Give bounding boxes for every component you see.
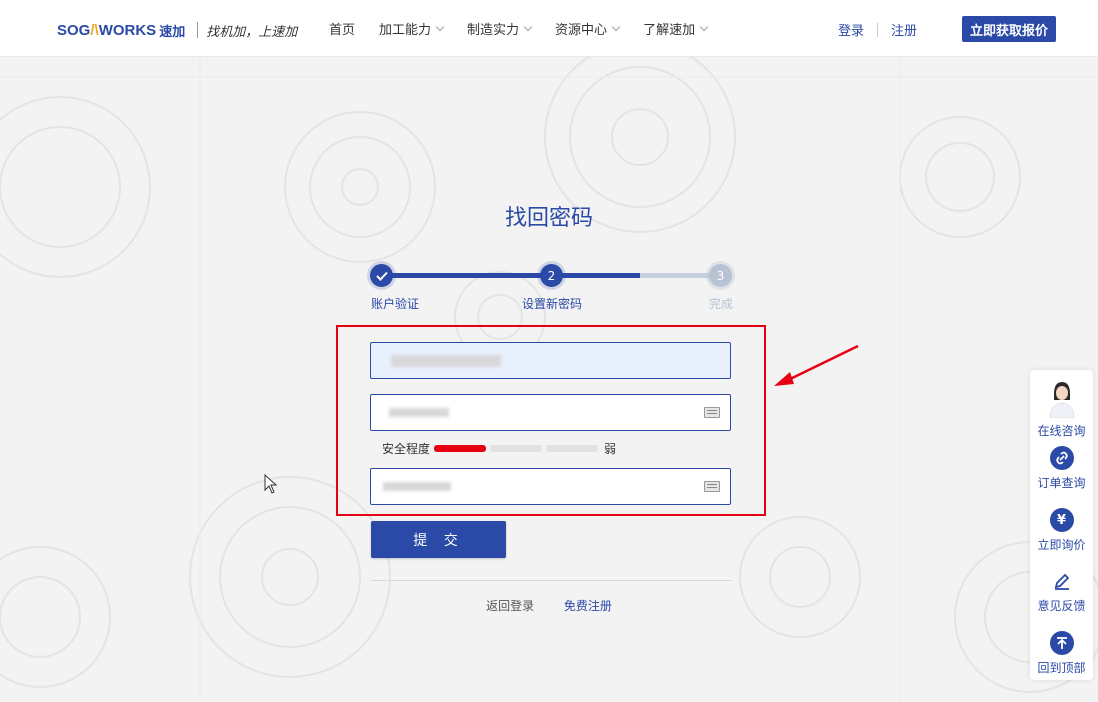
- agent-avatar-icon: [1044, 378, 1080, 419]
- register-link[interactable]: 注册: [891, 20, 917, 39]
- nav-manufacturing[interactable]: 制造实力: [467, 19, 533, 38]
- strength-bar-3: [546, 445, 599, 452]
- footer-links: 返回登录 免费注册: [0, 597, 1098, 614]
- strength-level: 弱: [604, 442, 617, 456]
- nav-label: 加工能力: [379, 23, 432, 38]
- step-2-marker: 2: [540, 264, 563, 287]
- logo-cn-name: 速加: [159, 24, 186, 40]
- nav-label: 首页: [329, 23, 356, 38]
- login-link[interactable]: 登录: [838, 20, 864, 39]
- feedback-button[interactable]: 意见反馈: [1030, 569, 1093, 614]
- logo-divider: [197, 22, 199, 38]
- chevron-down-icon: [523, 22, 533, 31]
- chevron-down-icon: [699, 22, 709, 31]
- submit-button[interactable]: 提 交: [371, 521, 506, 558]
- keyboard-icon[interactable]: [704, 481, 720, 492]
- step-3-marker: 3: [709, 264, 732, 287]
- back-to-top-icon: [1049, 631, 1074, 655]
- nav-label: 资源中心: [555, 23, 608, 38]
- step-1-label: 账户验证: [371, 297, 420, 311]
- nav-label: 了解速加: [643, 23, 696, 38]
- auth-links: 登录 注册: [838, 20, 917, 39]
- toolbar-label: 回到顶部: [1037, 661, 1086, 675]
- chevron-down-icon: [435, 22, 445, 31]
- logo-wordmark: SOG/\WORKS: [57, 21, 157, 39]
- strength-bar-2: [490, 445, 543, 452]
- online-consult-button[interactable]: 在线咨询: [1030, 378, 1093, 439]
- strength-bar-1: [434, 445, 487, 452]
- step-3-label: 完成: [709, 297, 734, 311]
- redacted-value: [391, 355, 501, 367]
- back-to-login-link[interactable]: 返回登录: [486, 599, 534, 613]
- nav-capabilities[interactable]: 加工能力: [379, 19, 445, 38]
- nav-about[interactable]: 了解速加: [643, 19, 709, 38]
- free-register-link[interactable]: 免费注册: [564, 599, 612, 613]
- site-logo[interactable]: SOG/\WORKS 速加 找机加，上速加: [57, 18, 297, 42]
- chevron-down-icon: [611, 22, 621, 31]
- masked-password: [389, 408, 449, 417]
- auth-divider: [877, 22, 879, 37]
- mouse-cursor-icon: [264, 474, 278, 494]
- main-nav: 首页 加工能力 制造实力 资源中心 了解速加: [329, 19, 731, 38]
- floating-toolbar: 在线咨询 订单查询 ¥ 立即询价 意见反馈 回到顶部: [1030, 370, 1093, 680]
- form-divider: [371, 580, 731, 581]
- step-2-label: 设置新密码: [522, 297, 583, 311]
- toolbar-label: 在线咨询: [1037, 424, 1086, 438]
- page-title: 找回密码: [504, 206, 593, 231]
- top-header: SOG/\WORKS 速加 找机加，上速加 首页 加工能力 制造实力 资源中心 …: [0, 0, 1098, 57]
- keyboard-icon[interactable]: [704, 407, 720, 418]
- step-progress-pending: [640, 273, 720, 278]
- get-quote-button[interactable]: 立即获取报价: [962, 16, 1056, 42]
- masked-password: [383, 482, 451, 491]
- strength-label: 安全程度: [382, 442, 431, 456]
- instant-inquiry-button[interactable]: ¥ 立即询价: [1030, 508, 1093, 553]
- new-password-field[interactable]: [370, 394, 731, 431]
- step-progress-done: [381, 273, 640, 278]
- toolbar-label: 立即询价: [1037, 538, 1086, 552]
- confirm-password-field[interactable]: [370, 468, 731, 505]
- toolbar-label: 订单查询: [1037, 476, 1086, 490]
- password-strength: 安全程度 弱: [382, 440, 616, 457]
- link-icon: [1049, 446, 1074, 470]
- account-field[interactable]: [370, 342, 731, 379]
- annotation-arrow-icon: [774, 344, 859, 386]
- nav-home[interactable]: 首页: [329, 19, 355, 38]
- nav-resources[interactable]: 资源中心: [555, 19, 621, 38]
- order-query-button[interactable]: 订单查询: [1030, 446, 1093, 491]
- edit-icon: [1050, 569, 1074, 593]
- yen-icon: ¥: [1049, 508, 1074, 532]
- toolbar-label: 意见反馈: [1037, 599, 1086, 613]
- logo-slogan: 找机加，上速加: [206, 24, 298, 40]
- step-1-check-icon: [370, 264, 393, 287]
- back-to-top-button[interactable]: 回到顶部: [1030, 631, 1093, 676]
- nav-label: 制造实力: [467, 23, 520, 38]
